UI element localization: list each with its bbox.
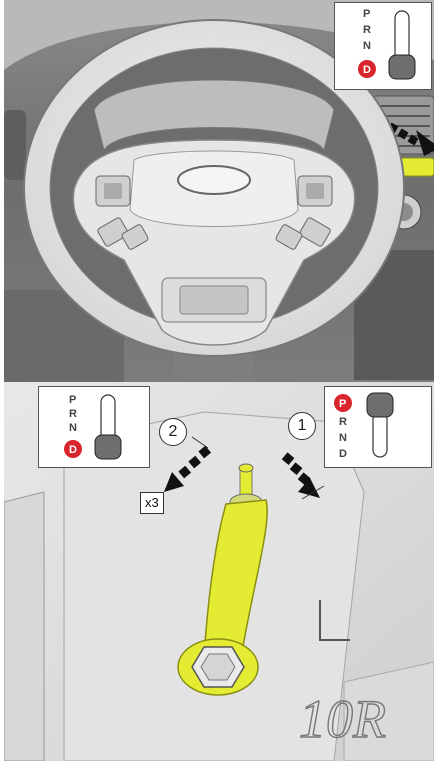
logo-oval bbox=[177, 165, 251, 195]
transmission-lever-panel: 10R 1 2 x3 P R N D P R N D bbox=[4, 382, 434, 761]
repeat-count-label: x3 bbox=[140, 492, 164, 514]
step-2-label: 2 bbox=[159, 418, 187, 446]
gear-letter: N bbox=[339, 432, 347, 444]
gear-selector-inset-right: P R N D bbox=[324, 386, 432, 468]
gear-letter: D bbox=[339, 448, 347, 460]
gear-selector-diagram-left: P R N D bbox=[64, 394, 122, 460]
gear-letter: R bbox=[69, 408, 77, 420]
step-1-label: 1 bbox=[288, 412, 316, 440]
casting-model-mark: 10R bbox=[299, 689, 386, 749]
gear-letter: N bbox=[363, 40, 371, 52]
active-gear-label: D bbox=[363, 64, 371, 76]
gear-selector-inset-top: P R N D bbox=[334, 2, 432, 90]
gear-letter: R bbox=[339, 416, 347, 428]
steering-wheel-panel: P R N D bbox=[4, 0, 434, 382]
active-gear-label: D bbox=[69, 444, 77, 456]
active-gear-label: P bbox=[339, 398, 346, 410]
gear-letter: P bbox=[363, 8, 370, 20]
gear-selector-inset-left: P R N D bbox=[38, 386, 150, 468]
gear-letter: R bbox=[363, 24, 371, 36]
gear-knob bbox=[94, 434, 122, 460]
gear-knob bbox=[388, 54, 416, 80]
left-vent bbox=[4, 110, 26, 180]
gear-knob bbox=[366, 392, 394, 418]
gear-selector-diagram-right: P R N D bbox=[334, 392, 394, 460]
case-left-flange bbox=[4, 491, 45, 761]
gear-letter: N bbox=[69, 422, 77, 434]
gear-letter: P bbox=[69, 394, 76, 406]
gear-selector-diagram-top: P R N D bbox=[358, 8, 416, 80]
